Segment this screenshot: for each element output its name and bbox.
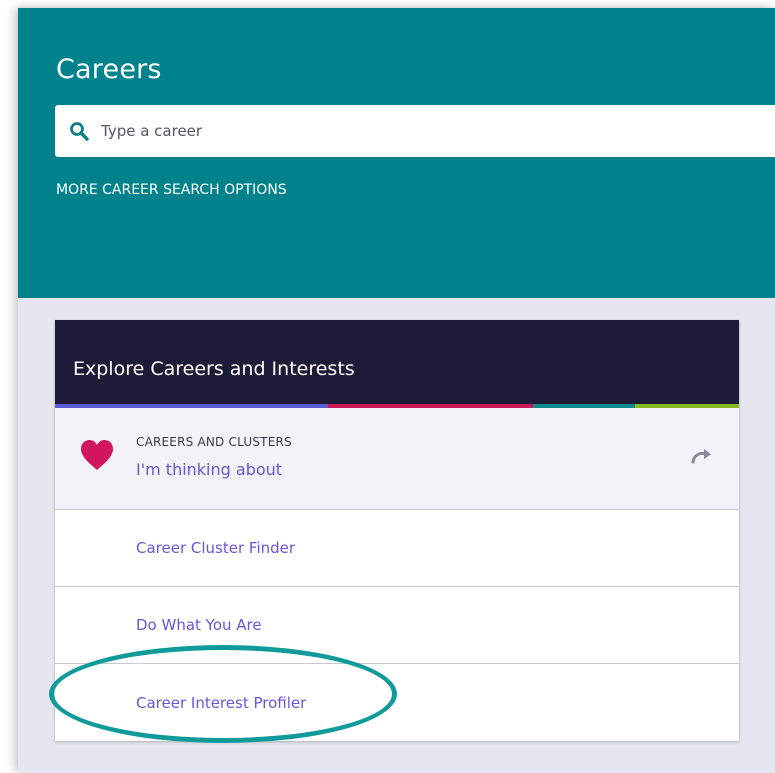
do-what-you-are-item[interactable]: Do What You Are [55,587,739,664]
card-title: Explore Careers and Interests [73,358,355,380]
career-interest-profiler-link[interactable]: Career Interest Profiler [136,694,306,712]
careers-and-clusters-label: CAREERS AND CLUSTERS [136,435,292,449]
explore-careers-card: Explore Careers and Interests CAREERS AN… [55,320,739,741]
career-cluster-finder-link[interactable]: Career Cluster Finder [136,539,295,557]
page-title: Careers [56,54,162,85]
more-career-search-options-link[interactable]: MORE CAREER SEARCH OPTIONS [56,182,287,198]
career-cluster-finder-item[interactable]: Career Cluster Finder [55,510,739,587]
search-icon [70,122,89,141]
careers-and-clusters-item[interactable]: CAREERS AND CLUSTERS I'm thinking about [55,408,739,510]
career-search-input[interactable] [101,105,761,157]
redo-icon[interactable] [691,448,713,464]
careers-header: Careers MORE CAREER SEARCH OPTIONS [18,8,775,298]
do-what-you-are-link[interactable]: Do What You Are [136,616,262,634]
career-search-box[interactable] [55,105,775,157]
im-thinking-about-link[interactable]: I'm thinking about [136,460,282,479]
heart-icon [81,440,113,470]
careers-panel: Careers MORE CAREER SEARCH OPTIONS Explo… [18,8,775,773]
career-interest-profiler-item[interactable]: Career Interest Profiler [55,664,739,741]
card-header: Explore Careers and Interests [55,320,739,404]
